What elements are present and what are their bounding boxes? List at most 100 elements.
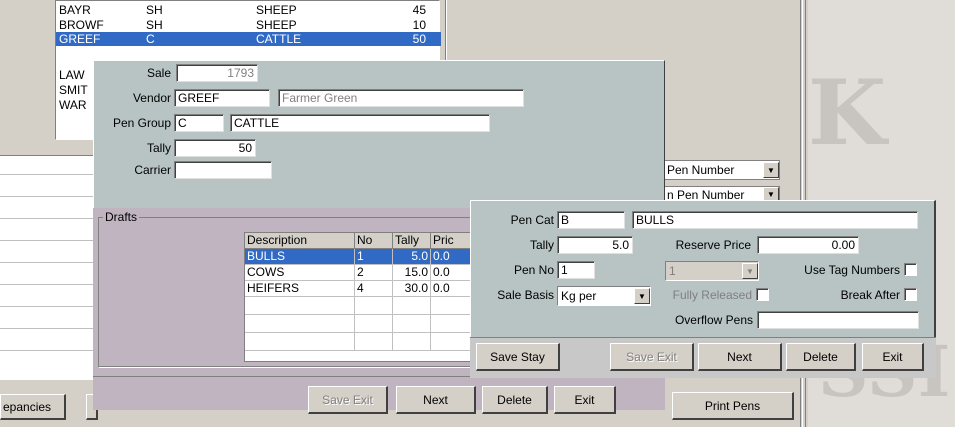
table-row-cell[interactable]: 4 xyxy=(355,281,393,297)
table-row-empty[interactable] xyxy=(431,315,475,333)
sale-field[interactable]: 1793 xyxy=(176,64,258,82)
list-item-code: SMIT xyxy=(59,83,88,97)
pen-number-dropdown[interactable]: Pen Number ▼ xyxy=(664,160,780,180)
vendor-code-field[interactable]: GREEF xyxy=(174,89,270,107)
table-row-cell[interactable]: 15.0 xyxy=(393,265,431,281)
chevron-down-icon[interactable]: ▼ xyxy=(634,288,650,304)
list-item[interactable]: BROWF SH SHEEP 10 xyxy=(56,18,441,32)
table-row-empty[interactable] xyxy=(355,297,393,315)
pen-no-select-value: 1 xyxy=(669,264,676,278)
reserve-price-label: Reserve Price xyxy=(675,238,751,252)
sale-basis-value: Kg per xyxy=(561,289,597,303)
pen-cat-name-field[interactable]: BULLS xyxy=(632,211,918,229)
discrepancies-button[interactable]: epancies xyxy=(0,394,66,420)
list-item-name: CATTLE xyxy=(256,32,302,46)
print-pens-label: Print Pens xyxy=(704,398,761,413)
table-row-empty[interactable] xyxy=(393,297,431,315)
table-row-empty[interactable] xyxy=(431,333,475,351)
table-row-empty[interactable] xyxy=(245,333,355,351)
list-item-name: SHEEP xyxy=(256,18,297,32)
next-label: Next xyxy=(423,392,448,407)
pen-exit-label: Exit xyxy=(882,349,903,364)
delete-button[interactable]: Delete xyxy=(482,386,548,414)
pen-no-label: Pen No xyxy=(513,263,554,277)
pen-group-label: Pen Group xyxy=(112,116,171,130)
chevron-down-icon[interactable]: ▼ xyxy=(763,162,779,178)
drafts-grid[interactable]: Description No Tally Pric BULLS 1 5.0 0.… xyxy=(244,232,475,362)
pen-cat-code-field[interactable]: B xyxy=(557,211,625,229)
pen-no-select[interactable]: 1 ▼ xyxy=(665,261,759,281)
pen-number-dropdown-2[interactable]: n Pen Number ▼ xyxy=(664,186,780,200)
pen-next-button[interactable]: Next xyxy=(698,343,782,371)
list-item-code: BROWF xyxy=(59,18,104,32)
watermark: K xyxy=(808,60,887,166)
fully-released-checkbox[interactable] xyxy=(756,288,769,301)
pen-tally-field[interactable]: 5.0 xyxy=(557,236,633,254)
overflow-pens-label: Overflow Pens xyxy=(674,313,753,327)
break-after-label: Break After xyxy=(840,288,900,302)
table-row-cell[interactable]: BULLS xyxy=(245,249,355,265)
list-item-code: GREEF xyxy=(59,32,101,46)
chevron-down-icon[interactable]: ▼ xyxy=(742,263,758,279)
table-row-empty[interactable] xyxy=(393,333,431,351)
vendor-name-field[interactable]: Farmer Green xyxy=(278,89,524,107)
reserve-price-field[interactable]: 0.00 xyxy=(757,236,859,254)
grid-header-tally[interactable]: Tally xyxy=(393,233,431,249)
vendor-label: Vendor xyxy=(132,91,171,105)
exit-button[interactable]: Exit xyxy=(554,386,616,414)
list-item-selected[interactable]: GREEF C CATTLE 50 xyxy=(56,32,441,46)
tally-label: Tally xyxy=(146,141,171,155)
delete-label: Delete xyxy=(497,392,532,407)
pen-delete-label: Delete xyxy=(803,349,838,364)
exit-label: Exit xyxy=(574,392,595,407)
carrier-field[interactable] xyxy=(174,161,272,179)
table-row-cell[interactable]: 30.0 xyxy=(393,281,431,297)
pen-save-exit-button[interactable]: Save Exit xyxy=(610,343,694,371)
fully-released-label: Fully Released xyxy=(672,288,752,302)
table-row-cell[interactable]: 0.0 xyxy=(431,249,475,265)
tally-field[interactable]: 50 xyxy=(174,139,256,157)
table-row-empty[interactable] xyxy=(431,297,475,315)
carrier-label: Carrier xyxy=(134,163,171,177)
table-row-cell[interactable]: 0.0 xyxy=(431,281,475,297)
pen-group-name-field[interactable]: CATTLE xyxy=(230,114,490,132)
chevron-down-icon[interactable]: ▼ xyxy=(763,187,779,200)
table-row-cell[interactable]: 2 xyxy=(355,265,393,281)
table-row-cell[interactable]: 5.0 xyxy=(393,249,431,265)
table-row-empty[interactable] xyxy=(393,315,431,333)
list-item-group: SH xyxy=(146,18,163,32)
table-row-cell[interactable]: 1 xyxy=(355,249,393,265)
table-row-empty[interactable] xyxy=(355,333,393,351)
drafts-label: Drafts xyxy=(103,210,140,224)
list-item-code: LAW xyxy=(59,68,85,82)
break-after-checkbox[interactable] xyxy=(904,288,917,301)
list-item-count: 45 xyxy=(412,3,426,17)
table-row-empty[interactable] xyxy=(245,297,355,315)
grid-header-description[interactable]: Description xyxy=(245,233,355,249)
grid-header-price[interactable]: Pric xyxy=(431,233,475,249)
list-item[interactable]: BAYR SH SHEEP 45 xyxy=(56,3,441,17)
next-button[interactable]: Next xyxy=(396,386,476,414)
sale-label: Sale xyxy=(146,66,171,80)
pen-exit-button[interactable]: Exit xyxy=(862,343,924,371)
list-item-group: SH xyxy=(146,3,163,17)
use-tag-numbers-checkbox[interactable] xyxy=(904,263,917,276)
list-item-group: C xyxy=(146,32,155,46)
grid-header-no[interactable]: No xyxy=(355,233,393,249)
list-item-code: BAYR xyxy=(59,3,91,17)
pen-group-code-field[interactable]: C xyxy=(174,114,224,132)
pen-delete-button[interactable]: Delete xyxy=(786,343,856,371)
sale-basis-label: Sale Basis xyxy=(497,288,554,302)
pen-no-field[interactable]: 1 xyxy=(557,261,595,279)
print-pens-button[interactable]: Print Pens xyxy=(672,392,794,420)
table-row-empty[interactable] xyxy=(245,315,355,333)
overflow-pens-field[interactable] xyxy=(757,311,919,329)
table-row-cell[interactable]: COWS xyxy=(245,265,355,281)
save-exit-button[interactable]: Save Exit xyxy=(308,386,388,414)
table-row-empty[interactable] xyxy=(355,315,393,333)
table-row-cell[interactable]: HEIFERS xyxy=(245,281,355,297)
save-stay-button[interactable]: Save Stay xyxy=(476,343,560,371)
sale-basis-select[interactable]: Kg per ▼ xyxy=(557,286,651,306)
table-row-cell[interactable]: 0.0 xyxy=(431,265,475,281)
pen-cat-label: Pen Cat xyxy=(510,213,554,227)
